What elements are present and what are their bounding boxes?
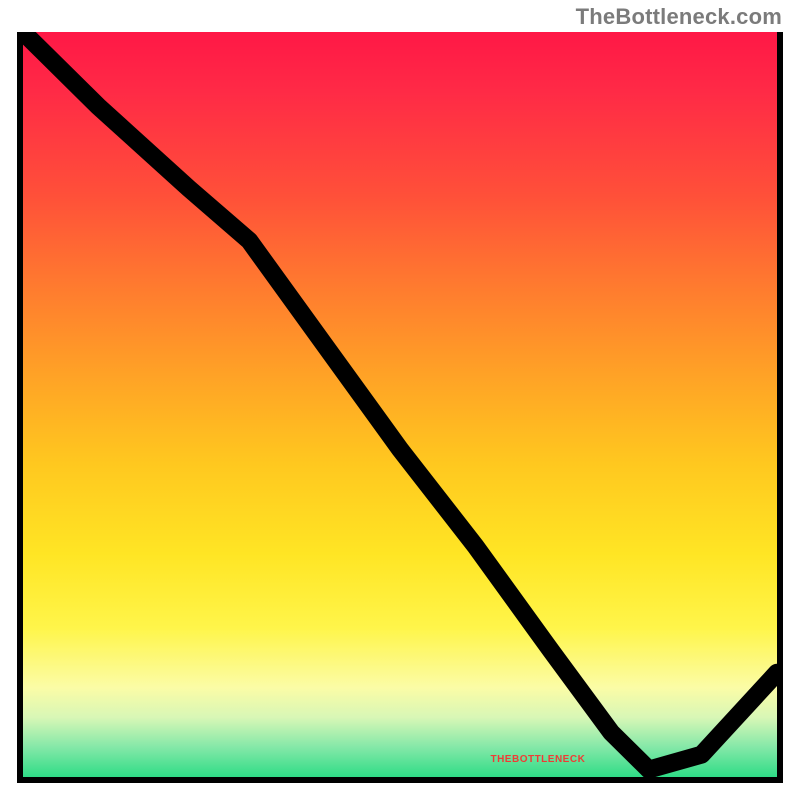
watermark-tiny: THEBOTTLENECK [490, 754, 585, 765]
curve-path [23, 32, 777, 770]
plot-area: THEBOTTLENECK [17, 32, 783, 783]
line-series [23, 32, 777, 777]
chart-container: TheBottleneck.com THEBOTTLENECK [0, 0, 800, 800]
attribution-text: TheBottleneck.com [576, 4, 782, 30]
